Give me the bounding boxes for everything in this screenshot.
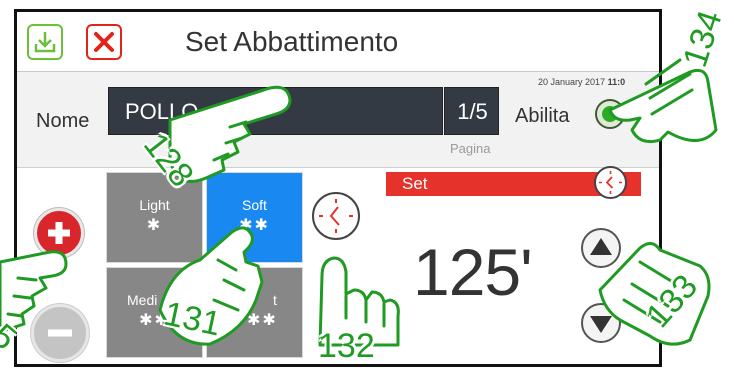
down-button[interactable]: [581, 303, 621, 343]
mode-label: Soft: [242, 197, 267, 213]
clock-icon: [599, 171, 622, 194]
divider: [17, 167, 659, 168]
time-text: 11:0: [607, 77, 626, 87]
callout-132: 132: [318, 327, 375, 365]
snowflake-icon: ✱: [146, 217, 163, 234]
name-field[interactable]: POLLO: [108, 87, 443, 135]
device-screen: Set Abbattimento Nome POLLO 1/5 Pagina 2…: [14, 9, 662, 367]
set-label: Set: [402, 174, 428, 193]
minus-icon: [48, 329, 72, 337]
up-button[interactable]: [581, 228, 621, 268]
close-icon: [94, 32, 114, 52]
close-button[interactable]: [86, 24, 122, 60]
page-title: Set Abbattimento: [185, 26, 399, 57]
decrease-button[interactable]: [31, 304, 89, 362]
name-field-value: POLLO: [125, 99, 199, 124]
mode-label: Light: [139, 197, 170, 213]
toggle-on-indicator: [602, 106, 618, 122]
callout-134: 134: [676, 6, 730, 72]
date-text: 20 January 2017: [538, 77, 606, 87]
page-label: Pagina: [450, 141, 491, 156]
download-icon: [34, 32, 56, 53]
mode-soft[interactable]: Soft ✱✱: [206, 172, 303, 263]
set-clock-button[interactable]: [594, 166, 627, 199]
set-time-value: 125': [413, 235, 533, 309]
date-time: 20 January 2017 11:0: [538, 77, 625, 87]
arrow-down-icon: [590, 316, 612, 333]
mode-light[interactable]: Light ✱: [106, 172, 203, 263]
increase-button[interactable]: [34, 208, 84, 258]
enable-toggle[interactable]: [595, 99, 625, 129]
plus-icon: [48, 222, 70, 244]
arrow-up-icon: [590, 238, 612, 255]
name-label: Nome: [36, 110, 90, 132]
timer-mode-button[interactable]: [312, 192, 360, 240]
snowflake-icon: ✱✱: [239, 217, 270, 234]
page-number: 1/5: [457, 99, 488, 124]
page-indicator[interactable]: 1/5: [444, 87, 499, 135]
enable-label: Abilita: [515, 105, 570, 127]
clock-icon: [319, 199, 353, 233]
download-button[interactable]: [27, 24, 63, 60]
